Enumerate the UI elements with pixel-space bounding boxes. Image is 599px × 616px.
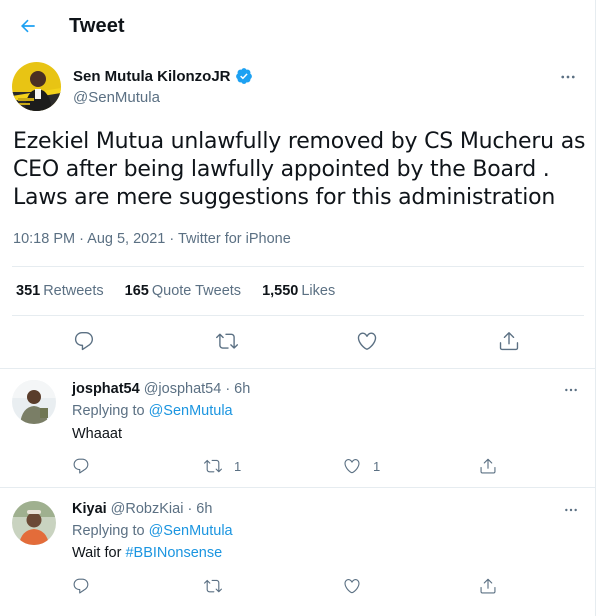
reply-text-prefix: Wait for bbox=[72, 545, 122, 561]
heart-icon bbox=[357, 332, 377, 350]
share-icon bbox=[480, 458, 496, 474]
likes-count: 1,550 bbox=[262, 283, 299, 299]
reply-tweet[interactable]: josphat54 @josphat54 · 6h Replying to @Se… bbox=[0, 369, 596, 486]
reply-avatar[interactable] bbox=[12, 501, 56, 545]
tweet-text: Ezekiel Mutua unlawfully removed by CS M… bbox=[13, 129, 586, 210]
tweet-timestamp[interactable]: 10:18 PM · Aug 5, 2021 · Twitter for iPh… bbox=[13, 231, 291, 247]
tweet-action-bar bbox=[0, 329, 596, 355]
page-title: Tweet bbox=[69, 15, 125, 37]
divider bbox=[12, 266, 584, 267]
retweet-button[interactable] bbox=[215, 329, 239, 353]
reply-more-button[interactable] bbox=[562, 501, 580, 519]
retweets-stat[interactable]: 351 Retweets bbox=[16, 283, 104, 299]
reply-header: josphat54 @josphat54 · 6h bbox=[72, 381, 250, 397]
share-button[interactable] bbox=[497, 329, 521, 353]
hashtag-link[interactable]: #BBINonsense bbox=[125, 545, 222, 561]
author-name[interactable]: Sen Mutula KilonzoJR bbox=[73, 67, 253, 85]
reply-icon bbox=[74, 332, 94, 351]
reply-share-button[interactable] bbox=[479, 576, 497, 596]
more-horizontal-icon bbox=[565, 388, 577, 392]
reply-more-button[interactable] bbox=[562, 381, 580, 399]
retweet-icon bbox=[204, 579, 222, 593]
reply-icon bbox=[73, 578, 89, 594]
arrow-left-icon bbox=[21, 19, 35, 33]
share-icon bbox=[480, 578, 496, 594]
reply-like-button[interactable]: 1 bbox=[343, 456, 380, 476]
quote-tweets-stat[interactable]: 165 Quote Tweets bbox=[125, 283, 241, 299]
more-options-button[interactable] bbox=[557, 66, 579, 88]
reply-text: Wait for #BBINonsense bbox=[72, 545, 222, 561]
reply-retweet-button[interactable]: 1 bbox=[204, 456, 241, 476]
more-horizontal-icon bbox=[561, 75, 575, 79]
reply-button[interactable] bbox=[72, 329, 96, 353]
likes-stat[interactable]: 1,550 Likes bbox=[262, 283, 335, 299]
page-header: Tweet bbox=[0, 0, 596, 53]
like-button[interactable] bbox=[355, 329, 379, 353]
replying-to: Replying to @SenMutula bbox=[72, 523, 233, 539]
retweet-icon bbox=[216, 333, 238, 349]
verified-badge-icon bbox=[235, 68, 252, 84]
quote-tweets-count: 165 bbox=[124, 283, 149, 299]
share-icon bbox=[499, 332, 519, 351]
retweets-count: 351 bbox=[16, 283, 41, 299]
reply-reply-button[interactable] bbox=[72, 576, 90, 596]
replying-to: Replying to @SenMutula bbox=[72, 403, 233, 419]
reply-author-handle[interactable]: @josphat54 · 6h bbox=[144, 381, 251, 397]
divider bbox=[12, 315, 584, 316]
replying-to-label: Replying to bbox=[72, 403, 145, 419]
retweets-label: Retweets bbox=[43, 283, 104, 299]
replying-to-link[interactable]: @SenMutula bbox=[149, 403, 233, 419]
author-name-text[interactable]: Sen Mutula KilonzoJR bbox=[73, 68, 231, 85]
back-button[interactable] bbox=[14, 12, 42, 40]
reply-tweet[interactable]: Kiyai @RobzKiai · 6h Replying to @SenMutu… bbox=[0, 488, 596, 616]
reply-header: Kiyai @RobzKiai · 6h bbox=[72, 501, 212, 517]
reply-author-handle[interactable]: @RobzKiai · 6h bbox=[111, 501, 213, 517]
reply-text: Whaaat bbox=[72, 426, 122, 442]
like-count: 1 bbox=[373, 458, 381, 474]
author-avatar[interactable] bbox=[12, 62, 61, 111]
author-handle[interactable]: @SenMutula bbox=[73, 89, 160, 106]
heart-icon bbox=[344, 579, 360, 594]
more-horizontal-icon bbox=[565, 508, 577, 512]
quote-tweets-label: Quote Tweets bbox=[151, 283, 242, 299]
tweet-page: Tweet Sen Mutula KilonzoJR @SenMutula Ez bbox=[0, 0, 596, 616]
reply-author-name[interactable]: Kiyai bbox=[72, 501, 107, 517]
reply-avatar[interactable] bbox=[12, 380, 56, 424]
reply-author-name[interactable]: josphat54 bbox=[72, 381, 140, 397]
reply-icon bbox=[73, 458, 89, 474]
replying-to-label: Replying to bbox=[72, 523, 145, 539]
reply-like-button[interactable] bbox=[343, 576, 361, 596]
likes-label: Likes bbox=[301, 283, 336, 299]
reply-share-button[interactable] bbox=[479, 456, 497, 476]
reply-reply-button[interactable] bbox=[72, 456, 90, 476]
tweet-stats: 351 Retweets 165 Quote Tweets 1,550 Likes bbox=[16, 283, 335, 299]
retweet-count: 1 bbox=[234, 458, 242, 474]
retweet-icon bbox=[204, 459, 222, 473]
reply-retweet-button[interactable] bbox=[204, 576, 222, 596]
heart-icon bbox=[344, 459, 360, 474]
replying-to-link[interactable]: @SenMutula bbox=[149, 523, 233, 539]
